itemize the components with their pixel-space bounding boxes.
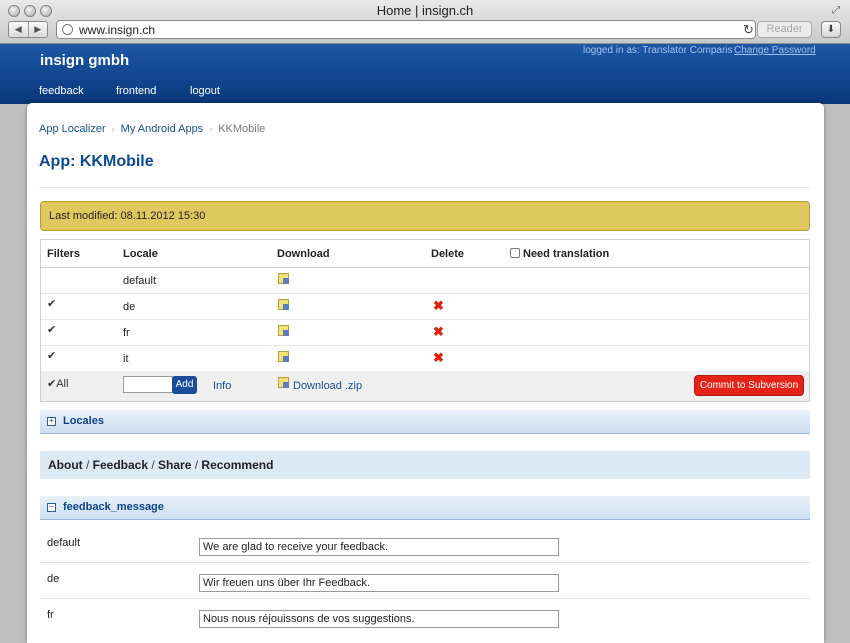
locales-panel-label[interactable]: Locales — [63, 415, 104, 427]
locales-table: Filters Locale Download Delete Need tran… — [40, 239, 810, 402]
address-bar[interactable]: www.insign.ch — [56, 20, 756, 39]
header-download: Download — [277, 248, 330, 260]
path-separator: / — [148, 458, 159, 472]
path-separator: / — [191, 458, 202, 472]
table-header: Filters Locale Download Delete Need tran… — [41, 240, 809, 268]
page-title: App: KKMobile — [39, 153, 154, 170]
url-text[interactable]: www.insign.ch — [79, 23, 155, 37]
breadcrumb-separator-icon: › — [111, 124, 115, 134]
header-filters: Filters — [47, 248, 81, 260]
download-file-icon[interactable] — [278, 325, 289, 336]
filter-all-checkbox[interactable]: ✔All — [47, 377, 68, 390]
need-translation-checkbox[interactable] — [510, 248, 520, 258]
message-input-default[interactable]: We are glad to receive your feedback. — [199, 538, 559, 556]
reader-button[interactable]: Reader — [757, 21, 812, 38]
need-translation-label: Need translation — [523, 248, 610, 260]
nav-logout[interactable]: logout — [190, 85, 220, 97]
commit-to-subversion-button[interactable]: Commit to Subversion — [694, 375, 804, 396]
browser-titlebar: Home | insign.ch ⤢ ◀ ▶ www.insign.ch ↻ R… — [0, 0, 850, 44]
site-header: insign gmbh logged in as: Translator Com… — [0, 44, 850, 104]
collapse-minus-icon[interactable]: − — [47, 503, 56, 512]
header-locale: Locale — [123, 248, 158, 260]
nav-frontend[interactable]: frontend — [116, 85, 156, 97]
message-locale-label: de — [47, 573, 60, 585]
filter-checkbox-it[interactable]: ✔ — [47, 349, 56, 362]
last-modified-banner: Last modified: 08.11.2012 15:30 — [40, 201, 810, 231]
feedback-message-panel-header[interactable]: − feedback_message — [40, 496, 810, 520]
message-row: default We are glad to receive your feed… — [40, 527, 810, 563]
breadcrumb-my-android-apps[interactable]: My Android Apps — [121, 123, 204, 135]
message-locale-label: default — [47, 537, 81, 549]
breadcrumb: App Localizer › My Android Apps › KKMobile — [39, 123, 265, 135]
message-locale-label: fr — [47, 609, 54, 621]
main-content: App Localizer › My Android Apps › KKMobile A… — [27, 103, 824, 643]
locale-name: it — [123, 353, 129, 365]
new-locale-input[interactable] — [123, 376, 173, 393]
section-share: Share — [158, 458, 192, 472]
message-row: fr Nous nous réjouissons de vos suggesti… — [40, 599, 810, 635]
delete-x-icon[interactable]: ✖ — [433, 350, 444, 366]
message-input-de[interactable]: Wir freuen uns über Ihr Feedback. — [199, 574, 559, 592]
divider — [39, 187, 810, 188]
back-arrow-icon[interactable]: ◀ — [9, 22, 28, 37]
nav-feedback[interactable]: feedback — [39, 85, 84, 97]
section-feedback: Feedback — [92, 458, 149, 472]
info-link[interactable]: Info — [213, 380, 231, 392]
need-translation-filter[interactable]: Need translation — [510, 248, 609, 260]
section-about: About — [48, 458, 83, 472]
reload-icon[interactable]: ↻ — [743, 22, 754, 38]
message-input-fr[interactable]: Nous nous réjouissons de vos suggestions… — [199, 610, 559, 628]
filter-checkbox-fr[interactable]: ✔ — [47, 323, 56, 336]
message-row: de Wir freuen uns über Ihr Feedback. — [40, 563, 810, 599]
filter-checkbox-de[interactable]: ✔ — [47, 297, 56, 310]
expand-plus-icon[interactable]: + — [47, 417, 56, 426]
download-file-icon[interactable] — [278, 273, 289, 284]
add-locale-button[interactable]: Add — [172, 376, 197, 394]
downloads-button[interactable]: ⬇ — [821, 21, 841, 38]
locale-name: de — [123, 301, 136, 313]
delete-x-icon[interactable]: ✖ — [433, 324, 444, 340]
download-arrow-icon: ⬇ — [826, 24, 836, 35]
table-row: ✔ fr ✖ — [41, 319, 809, 346]
download-zip-link[interactable]: Download .zip — [293, 380, 362, 392]
brand-logo[interactable]: insign gmbh — [40, 52, 129, 69]
window-title: Home | insign.ch — [376, 3, 474, 18]
download-file-icon[interactable] — [278, 351, 289, 362]
section-path: About / Feedback / Share / Recommend — [48, 458, 273, 472]
breadcrumb-separator-icon: › — [209, 124, 213, 134]
history-buttons: ◀ ▶ — [8, 21, 48, 38]
filter-all-label: All — [56, 378, 69, 390]
breadcrumb-current: KKMobile — [218, 123, 266, 135]
feedback-message-label[interactable]: feedback_message — [63, 501, 164, 513]
fullscreen-icon[interactable]: ⤢ — [830, 5, 842, 17]
table-row: ✔ it ✖ — [41, 345, 809, 371]
table-footer: ✔All Add Info Download .zip Commit to Su… — [41, 371, 809, 401]
section-heading: About / Feedback / Share / Recommend — [40, 451, 810, 479]
section-recommend: Recommend — [201, 458, 274, 472]
header-delete: Delete — [431, 248, 465, 260]
change-password-link[interactable]: Change Password — [734, 45, 816, 56]
delete-x-icon[interactable]: ✖ — [433, 298, 444, 314]
locale-name: default — [123, 275, 157, 287]
path-separator: / — [82, 458, 93, 472]
table-row: default — [41, 267, 809, 294]
login-info: logged in as: Translator Comparis — [583, 45, 733, 56]
download-file-icon[interactable] — [278, 299, 289, 310]
table-row: ✔ de ✖ — [41, 293, 809, 320]
globe-icon — [62, 24, 73, 35]
locales-panel-header[interactable]: + Locales — [40, 410, 810, 434]
breadcrumb-app-localizer[interactable]: App Localizer — [39, 123, 106, 135]
download-zip-icon[interactable] — [278, 377, 289, 388]
forward-arrow-icon[interactable]: ▶ — [27, 22, 48, 37]
locale-name: fr — [123, 327, 130, 339]
